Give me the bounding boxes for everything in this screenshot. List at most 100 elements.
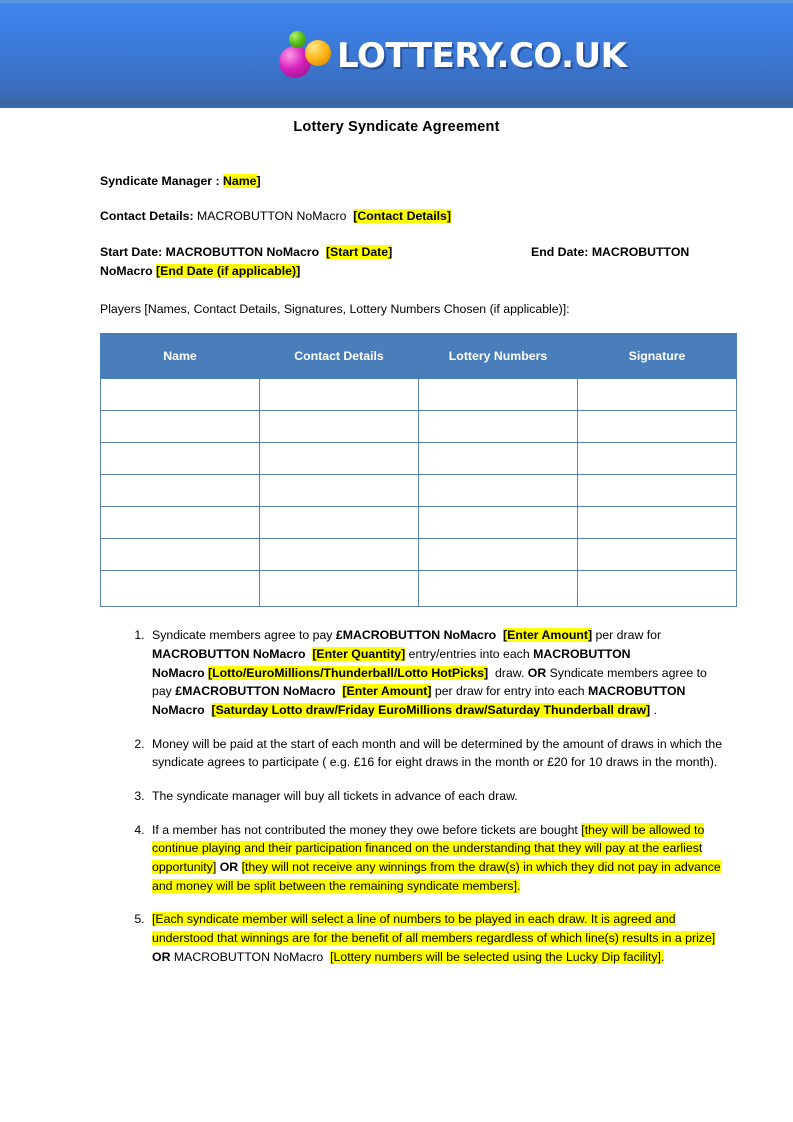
table-row[interactable] xyxy=(100,506,737,540)
cell-name[interactable] xyxy=(100,442,260,476)
terms-item-5: [Each syndicate member will select a lin… xyxy=(148,910,730,966)
t5-s2: OR xyxy=(152,949,171,964)
syndicate-manager-bracket: ] xyxy=(256,174,261,188)
t1-s3[interactable]: [Enter Amount] xyxy=(503,628,593,643)
t4-s3: OR xyxy=(219,860,239,875)
site-logo[interactable]: LOTTERY.CO.UK xyxy=(275,28,627,84)
cell-name[interactable] xyxy=(100,474,260,508)
table-row[interactable] xyxy=(100,538,737,572)
cell-signature[interactable] xyxy=(577,410,737,444)
t4-s1: If a member has not contributed the mone… xyxy=(152,822,582,837)
table-row[interactable] xyxy=(100,378,737,412)
contact-details-label: Contact Details: xyxy=(100,209,198,224)
column-header-lottery-numbers: Lottery Numbers xyxy=(418,333,578,380)
banner-top-strip xyxy=(0,0,793,3)
end-date-macro: MACROBUTTON xyxy=(591,245,690,260)
cell-contact-details[interactable] xyxy=(259,538,419,572)
start-date-macro: MACROBUTTON NoMacro xyxy=(165,245,320,260)
t1-s6[interactable]: [Enter Quantity] xyxy=(312,646,406,661)
cell-name[interactable] xyxy=(100,538,260,572)
cell-signature[interactable] xyxy=(577,570,737,608)
cell-signature[interactable] xyxy=(577,442,737,476)
terms-item-3-text: The syndicate manager will buy all ticke… xyxy=(152,789,518,804)
terms-item-3: The syndicate manager will buy all ticke… xyxy=(148,787,730,806)
table-row[interactable] xyxy=(100,410,737,444)
t1-s5: MACROBUTTON NoMacro xyxy=(152,646,306,661)
cell-lottery-numbers[interactable] xyxy=(418,442,578,476)
terms-item-4: If a member has not contributed the mone… xyxy=(148,821,730,896)
terms-item-5-text: [Each syndicate member will select a lin… xyxy=(152,910,730,966)
column-header-signature: Signature xyxy=(577,333,737,380)
cell-contact-details[interactable] xyxy=(259,474,419,508)
players-caption: Players [Names, Contact Details, Signatu… xyxy=(100,302,570,317)
cell-lottery-numbers[interactable] xyxy=(418,378,578,412)
t1-s9[interactable]: [Lotto/EuroMillions/Thunderball/Lotto Ho… xyxy=(208,665,489,680)
cell-signature[interactable] xyxy=(577,538,737,572)
cell-contact-details[interactable] xyxy=(259,570,419,608)
cell-lottery-numbers[interactable] xyxy=(418,506,578,540)
cell-lottery-numbers[interactable] xyxy=(418,410,578,444)
players-table-body xyxy=(100,378,737,608)
t5-s3: MACROBUTTON NoMacro xyxy=(173,949,324,964)
cell-name[interactable] xyxy=(100,506,260,540)
contact-details-macro: MACROBUTTON NoMacro xyxy=(197,209,347,224)
column-header-contact-details: Contact Details xyxy=(259,333,419,380)
brand-wordmark: LOTTERY.CO.UK xyxy=(337,36,627,76)
terms-list: Syndicate members agree to pay £MACROBUT… xyxy=(100,626,730,966)
lottery-balls-icon xyxy=(275,30,333,82)
cell-lottery-numbers[interactable] xyxy=(418,570,578,608)
syndicate-manager-value[interactable]: Name xyxy=(223,174,257,188)
cell-contact-details[interactable] xyxy=(259,442,419,476)
players-table: Name Contact Details Lottery Numbers Sig… xyxy=(100,333,737,608)
t1-s14[interactable]: [Enter Amount] xyxy=(342,684,432,699)
orange-ball-icon xyxy=(305,40,331,66)
cell-signature[interactable] xyxy=(577,506,737,540)
column-header-name: Name xyxy=(100,333,260,380)
t1-s13: £MACROBUTTON NoMacro xyxy=(175,684,336,699)
cell-signature[interactable] xyxy=(577,378,737,412)
t1-s1: Syndicate members agree to pay xyxy=(152,628,336,643)
t1-s4: per draw for xyxy=(592,628,662,643)
field-dates-row: Start Date: MACROBUTTON NoMacro [Start D… xyxy=(100,243,730,281)
cell-signature[interactable] xyxy=(577,474,737,508)
t1-s10: draw. xyxy=(491,665,528,680)
table-row[interactable] xyxy=(100,474,737,508)
end-date-macro-cont: NoMacro xyxy=(100,264,157,279)
end-date-label: End Date: xyxy=(531,245,592,260)
green-ball-icon xyxy=(289,31,306,48)
contact-details-value[interactable]: [Contact Details] xyxy=(353,209,451,224)
field-syndicate-manager: Syndicate Manager : Name] xyxy=(100,172,730,191)
cell-lottery-numbers[interactable] xyxy=(418,474,578,508)
terms-item-2-text: Money will be paid at the start of each … xyxy=(152,736,723,770)
t5-s4[interactable]: [Lottery numbers will be selected using … xyxy=(330,949,665,964)
site-header-banner: LOTTERY.CO.UK xyxy=(0,0,793,108)
t1-s2: £MACROBUTTON NoMacro xyxy=(335,628,497,643)
terms-item-4-text: If a member has not contributed the mone… xyxy=(152,821,730,896)
terms-item-1: Syndicate members agree to pay £MACROBUT… xyxy=(148,626,730,719)
t5-s1[interactable]: [Each syndicate member will select a lin… xyxy=(152,912,716,946)
cell-name[interactable] xyxy=(100,570,260,608)
cell-contact-details[interactable] xyxy=(259,506,419,540)
field-contact-details: Contact Details: MACROBUTTON NoMacro [Co… xyxy=(100,207,730,226)
t1-s17[interactable]: [Saturday Lotto draw/Friday EuroMillions… xyxy=(211,702,651,717)
t1-s11: OR xyxy=(527,665,547,680)
cell-name[interactable] xyxy=(100,410,260,444)
start-date-value[interactable]: [Start Date] xyxy=(325,245,393,260)
t1-s18: . xyxy=(650,702,657,717)
cell-lottery-numbers[interactable] xyxy=(418,538,578,572)
terms-item-1-text: Syndicate members agree to pay £MACROBUT… xyxy=(152,626,730,719)
cell-contact-details[interactable] xyxy=(259,378,419,412)
document-page: Lottery Syndicate Agreement Syndicate Ma… xyxy=(0,108,793,967)
t1-s7: entry/entries into each xyxy=(405,646,534,661)
end-date-value[interactable]: [End Date (if applicable)] xyxy=(156,264,301,279)
terms-item-2: Money will be paid at the start of each … xyxy=(148,735,730,772)
start-date-label: Start Date: xyxy=(100,245,166,260)
cell-name[interactable] xyxy=(100,378,260,412)
players-table-header-row: Name Contact Details Lottery Numbers Sig… xyxy=(100,333,737,380)
table-row[interactable] xyxy=(100,442,737,476)
document-content: Syndicate Manager : Name] Contact Detail… xyxy=(100,135,737,967)
cell-contact-details[interactable] xyxy=(259,410,419,444)
table-row[interactable] xyxy=(100,570,737,608)
document-title: Lottery Syndicate Agreement xyxy=(293,119,500,135)
field-end-date: End Date: MACROBUTTON xyxy=(531,243,689,262)
